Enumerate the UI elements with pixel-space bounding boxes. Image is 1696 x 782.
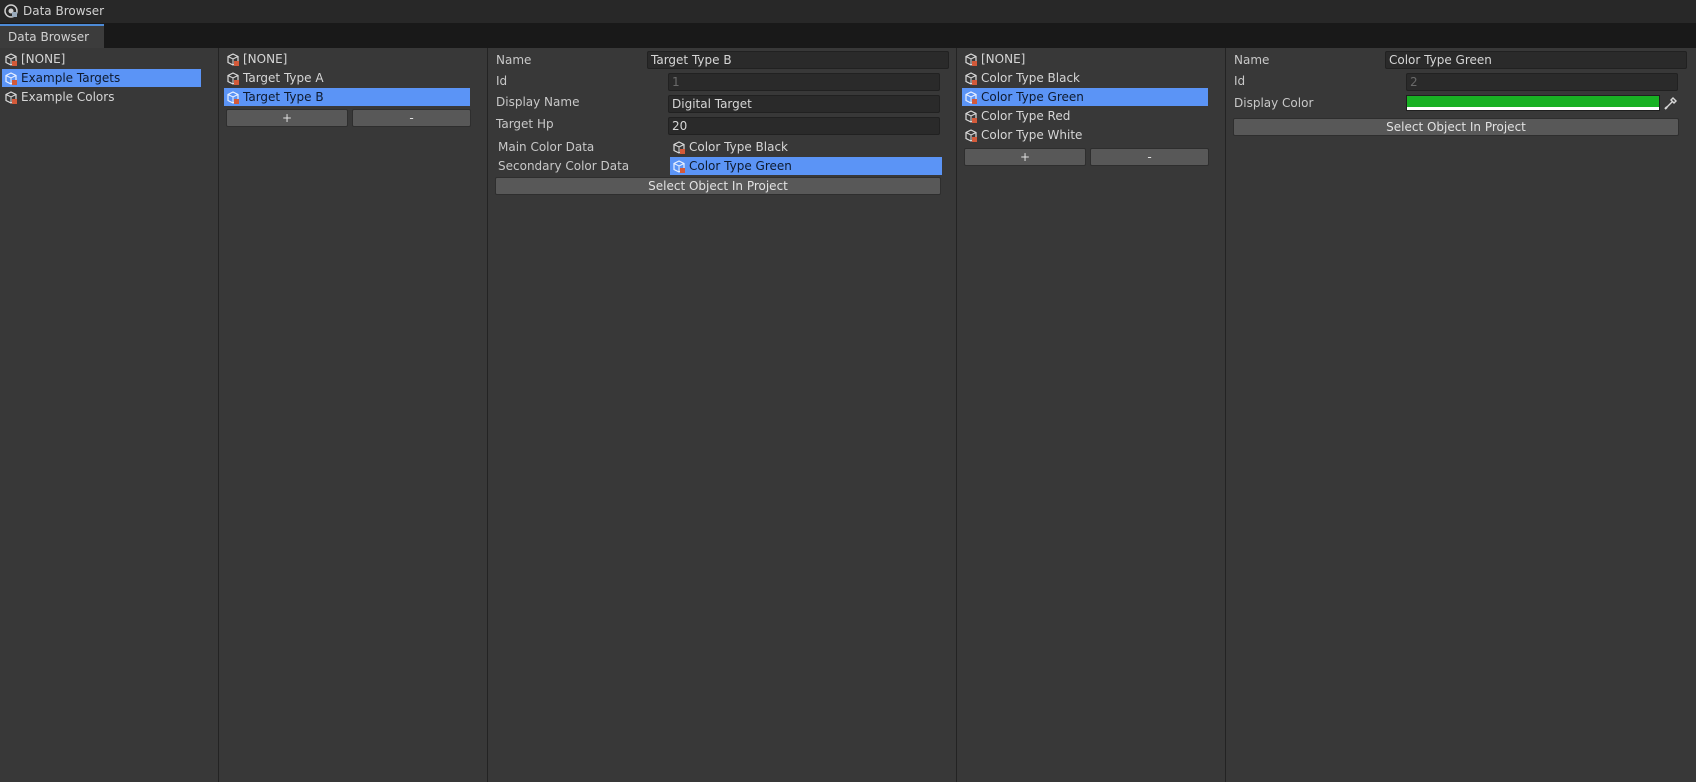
list-item-label: Example Targets [21,71,121,85]
id-field: 1 [668,73,940,91]
list-item-color[interactable]: [NONE] [962,50,1208,68]
display-name-field[interactable]: Digital Target [668,95,940,113]
secondary-color-label: Secondary Color Data [498,159,630,173]
tab-strip: Data Browser [0,23,1696,48]
list-item-label: [NONE] [243,52,288,66]
list-item-label: [NONE] [21,52,66,66]
main-color-label: Main Color Data [498,140,595,154]
secondary-color-selector[interactable]: Color Type Green [670,157,942,175]
data-asset-icon [227,91,239,104]
data-asset-icon [673,141,685,154]
list-item-label: Color Type Red [981,109,1071,123]
list-item-target[interactable]: [NONE] [224,50,470,68]
list-item-color[interactable]: Color Type Red [962,107,1208,125]
list-item-category[interactable]: Example Targets [2,69,201,87]
remove-color-button[interactable]: - [1090,148,1209,166]
data-asset-icon [227,53,239,66]
name-label: Name [1234,53,1270,67]
data-asset-icon [5,72,17,85]
data-asset-icon [5,91,17,104]
target-hp-field[interactable]: 20 [668,117,940,135]
target-hp-label: Target Hp [496,117,554,131]
color-inspector-pane [1226,48,1696,782]
id-field: 2 [1406,73,1678,91]
list-item-color[interactable]: Color Type White [962,126,1208,144]
main-color-value: Color Type Black [689,140,788,154]
tab-label: Data Browser [8,30,90,44]
list-item-color[interactable]: Color Type Green [962,88,1208,106]
categories-pane [0,48,218,782]
add-target-button[interactable]: + [226,109,348,127]
display-color-swatch[interactable] [1406,95,1660,111]
alpha-bar [1407,107,1659,110]
main-color-selector[interactable]: Color Type Black [670,138,942,156]
list-item-label: Color Type White [981,128,1083,142]
list-item-label: Color Type Black [981,71,1080,85]
id-label: Id [1234,74,1246,88]
data-asset-icon [965,53,977,66]
list-item-target[interactable]: Target Type B [224,88,470,106]
data-asset-icon [965,91,977,104]
id-label: Id [496,74,508,88]
data-asset-icon [673,160,685,173]
name-label: Name [496,53,532,67]
window-title: Data Browser [23,4,105,18]
data-asset-icon [227,72,239,85]
display-color-label: Display Color [1234,96,1314,110]
list-item-label: Example Colors [21,90,115,104]
list-item-color[interactable]: Color Type Black [962,69,1208,87]
data-asset-icon [965,129,977,142]
select-object-in-project-button[interactable]: Select Object In Project [495,177,941,195]
list-item-label: Target Type B [243,90,324,104]
list-item-category[interactable]: Example Colors [2,88,201,106]
data-asset-icon [965,110,977,123]
data-asset-icon [5,53,17,66]
list-item-label: Color Type Green [981,90,1084,104]
add-color-button[interactable]: + [964,148,1086,166]
list-item-target[interactable]: Target Type A [224,69,470,87]
list-item-label: Target Type A [243,71,324,85]
remove-target-button[interactable]: - [352,109,471,127]
targets-pane [219,48,487,782]
data-asset-icon [965,72,977,85]
name-field[interactable]: Target Type B [647,51,949,69]
list-item-label: [NONE] [981,52,1026,66]
display-name-label: Display Name [496,95,580,109]
select-object-in-project-button[interactable]: Select Object In Project [1233,118,1679,136]
window-titlebar: Data Browser [0,0,1696,23]
data-browser-icon [4,4,18,18]
eyedropper-icon[interactable] [1662,94,1680,112]
tab-data-browser[interactable]: Data Browser [0,24,104,48]
secondary-color-value: Color Type Green [689,159,792,173]
name-field[interactable]: Color Type Green [1385,51,1687,69]
list-item-category[interactable]: [NONE] [2,50,201,68]
